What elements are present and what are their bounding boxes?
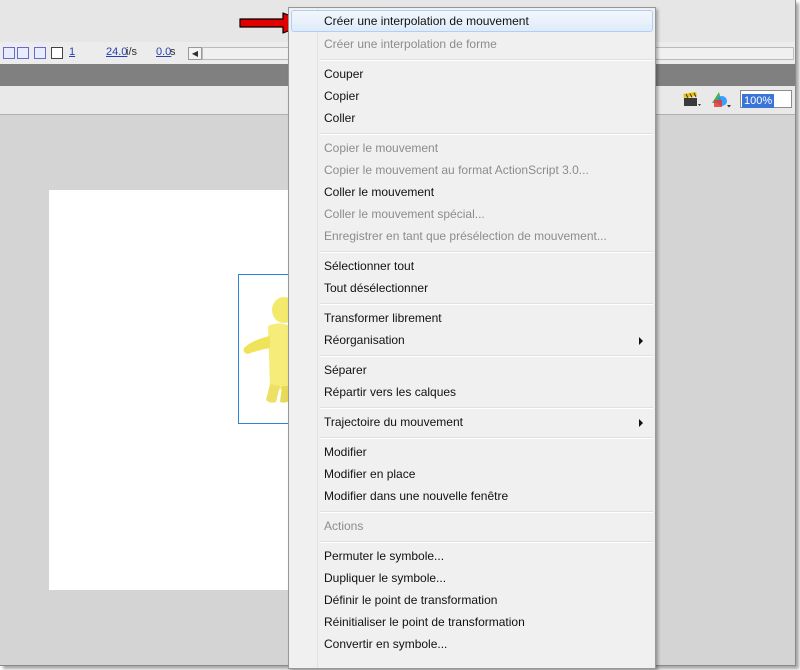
menu-separator [320, 437, 653, 439]
menu-item-cut[interactable]: Couper [291, 63, 653, 85]
context-menu: Créer une interpolation de mouvement Cré… [288, 7, 656, 669]
menu-item-label: Séparer [324, 363, 367, 377]
menu-item-free-transform[interactable]: Transformer librement [291, 307, 653, 329]
menu-separator [320, 541, 653, 543]
menu-item-label: Coller le mouvement [324, 185, 435, 199]
menu-item-label: Tout désélectionner [324, 281, 429, 295]
menu-item-copy[interactable]: Copier [291, 85, 653, 107]
menu-item-label: Copier le mouvement au format ActionScri… [324, 163, 589, 177]
menu-item-label: Convertir en symbole... [324, 637, 448, 651]
menu-item-label: Dupliquer le symbole... [324, 571, 447, 585]
elapsed-time-value[interactable]: 0.0 [156, 46, 171, 58]
selection-bounding-box [238, 274, 290, 424]
menu-item-edit[interactable]: Modifier [291, 441, 653, 463]
menu-item-label: Permuter le symbole... [324, 549, 445, 563]
menu-item-label: Réinitialiser le point de transformation [324, 615, 525, 629]
menu-item-label: Copier [324, 89, 360, 103]
menu-item-paste-motion[interactable]: Coller le mouvement [291, 181, 653, 203]
menu-item-arrange[interactable]: Réorganisation [291, 329, 653, 351]
center-frame-icon[interactable] [3, 47, 15, 59]
menu-separator [320, 303, 653, 305]
menu-item-deselect-all[interactable]: Tout désélectionner [291, 277, 653, 299]
menu-item-distribute-to-layers[interactable]: Répartir vers les calques [291, 381, 653, 403]
menu-item-edit-in-new-window[interactable]: Modifier dans une nouvelle fenêtre [291, 485, 653, 507]
menu-separator [320, 59, 653, 61]
menu-item-copy-motion-as3: Copier le mouvement au format ActionScri… [291, 159, 653, 181]
menu-item-convert-to-symbol[interactable]: Convertir en symbole... [291, 633, 653, 655]
menu-item-break-apart[interactable]: Séparer [291, 359, 653, 381]
menu-item-label: Enregistrer en tant que présélection de … [324, 229, 607, 243]
menu-item-edit-in-place[interactable]: Modifier en place [291, 463, 653, 485]
menu-item-label: Modifier dans une nouvelle fenêtre [324, 489, 509, 503]
frame-rate-unit: i/s [126, 46, 137, 58]
menu-item-label: Couper [324, 67, 364, 81]
menu-item-label: Créer une interpolation de mouvement [324, 14, 529, 28]
menu-item-label: Modifier [324, 445, 367, 459]
menu-item-save-motion-preset: Enregistrer en tant que présélection de … [291, 225, 653, 247]
menu-item-paste[interactable]: Coller [291, 107, 653, 129]
menu-separator [320, 133, 653, 135]
edit-symbols-icon[interactable] [710, 91, 732, 109]
menu-item-duplicate-symbol[interactable]: Dupliquer le symbole... [291, 567, 653, 589]
menu-item-label: Transformer librement [324, 311, 442, 325]
menu-item-label: Créer une interpolation de forme [324, 37, 497, 51]
menu-item-label: Coller le mouvement spécial... [324, 207, 485, 221]
menu-item-label: Définir le point de transformation [324, 593, 498, 607]
elapsed-time-unit: s [170, 46, 176, 58]
menu-item-select-all[interactable]: Sélectionner tout [291, 255, 653, 277]
menu-item-label: Coller [324, 111, 356, 125]
onion-skin-icon[interactable] [17, 47, 29, 59]
menu-item-create-motion-tween[interactable]: Créer une interpolation de mouvement [291, 10, 653, 32]
menu-item-label: Modifier en place [324, 467, 416, 481]
menu-separator [320, 407, 653, 409]
timeline-scroll-left-button[interactable]: ◀ [188, 47, 202, 60]
edit-scene-icon[interactable] [683, 92, 701, 108]
menu-item-label: Répartir vers les calques [324, 385, 457, 399]
menu-item-reset-transform-point[interactable]: Réinitialiser le point de transformation [291, 611, 653, 633]
menu-item-create-shape-tween: Créer une interpolation de forme [291, 33, 653, 55]
menu-separator [320, 355, 653, 357]
menu-item-actions: Actions [291, 515, 653, 537]
frame-rate-value[interactable]: 24.0 [106, 46, 127, 58]
zoom-value: 100% [742, 94, 775, 108]
current-frame-value[interactable]: 1 [69, 46, 75, 58]
menu-separator [320, 251, 653, 253]
submenu-arrow-icon [639, 419, 643, 427]
menu-item-swap-symbol[interactable]: Permuter le symbole... [291, 545, 653, 567]
zoom-input[interactable]: 100% [740, 90, 792, 108]
menu-item-paste-motion-special: Coller le mouvement spécial... [291, 203, 653, 225]
menu-item-label: Actions [324, 519, 364, 533]
menu-item-label: Copier le mouvement [324, 141, 439, 155]
onion-skin-outlines-icon[interactable] [34, 47, 46, 59]
menu-item-set-transform-point[interactable]: Définir le point de transformation [291, 589, 653, 611]
menu-separator [320, 511, 653, 513]
menu-item-motion-path[interactable]: Trajectoire du mouvement [291, 411, 653, 433]
submenu-arrow-icon [639, 337, 643, 345]
menu-item-label: Sélectionner tout [324, 259, 415, 273]
edit-multiple-frames-icon[interactable] [51, 47, 63, 59]
menu-item-label: Réorganisation [324, 333, 405, 347]
menu-item-copy-motion: Copier le mouvement [291, 137, 653, 159]
menu-item-label: Trajectoire du mouvement [324, 415, 463, 429]
